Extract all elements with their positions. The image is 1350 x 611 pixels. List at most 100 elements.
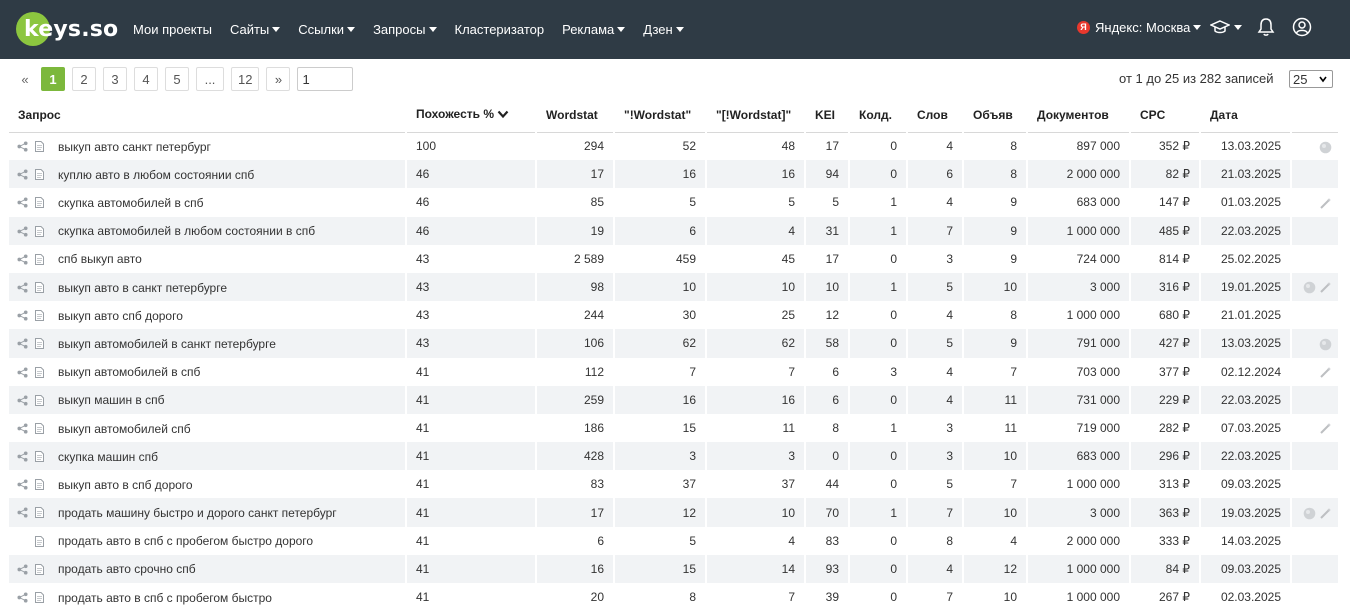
column-header-12[interactable]: [1291, 98, 1340, 133]
document-icon[interactable]: [35, 479, 51, 491]
query-text[interactable]: выкуп авто в спб дорого: [58, 478, 193, 492]
share-icon[interactable]: [17, 507, 35, 518]
wand-icon[interactable]: [1316, 421, 1332, 435]
chevron-down-icon: [1319, 76, 1327, 83]
query-text[interactable]: выкуп автомобилей в спб: [58, 365, 200, 379]
menu-item-3[interactable]: Запросы: [373, 22, 437, 37]
wordstat-cell: 106: [536, 329, 615, 358]
query-text[interactable]: продать авто в спб с пробегом быстро дор…: [58, 534, 313, 548]
per-page-select[interactable]: 25: [1289, 70, 1333, 88]
query-text[interactable]: выкуп авто спб дорого: [58, 309, 183, 323]
page-jump-input[interactable]: [297, 67, 354, 91]
column-header-4[interactable]: "[!Wordstat]": [706, 98, 806, 133]
document-icon[interactable]: [35, 310, 51, 322]
menu-item-5[interactable]: Реклама: [562, 22, 626, 37]
page-button[interactable]: 2: [72, 67, 96, 91]
menu-item-0[interactable]: Мои проекты: [133, 22, 212, 37]
share-icon[interactable]: [17, 226, 35, 237]
query-text[interactable]: продать машину быстро и дорого санкт пет…: [58, 506, 337, 520]
graduation-cap-icon[interactable]: [1210, 19, 1242, 35]
share-icon[interactable]: [17, 395, 35, 406]
column-header-1[interactable]: Похожесть %: [406, 98, 537, 133]
query-text[interactable]: скупка машин спб: [58, 450, 158, 464]
column-header-3[interactable]: "!Wordstat": [614, 98, 707, 133]
document-icon[interactable]: [35, 451, 51, 463]
page-button[interactable]: 5: [165, 67, 189, 91]
next-page-button[interactable]: »: [266, 67, 291, 91]
column-header-10[interactable]: CPC: [1130, 98, 1201, 133]
column-header-0[interactable]: Запрос: [9, 98, 407, 133]
share-icon[interactable]: [17, 169, 35, 180]
share-icon[interactable]: [17, 592, 35, 603]
query-text[interactable]: выкуп машин в спб: [58, 393, 165, 407]
logo[interactable]: keys.so: [16, 12, 118, 46]
share-icon[interactable]: [17, 141, 35, 152]
wordstat-strict-cell: 48: [706, 132, 806, 161]
region-selector[interactable]: Я Яндекс: Москва: [1077, 0, 1202, 54]
query-text[interactable]: спб выкуп авто: [58, 252, 142, 266]
share-icon[interactable]: [17, 564, 35, 575]
query-text[interactable]: выкуп автомобилей в санкт петербурге: [58, 337, 276, 351]
sim-cell: 41: [406, 442, 537, 471]
column-header-6[interactable]: Колд.: [849, 98, 908, 133]
page-button[interactable]: 3: [103, 67, 127, 91]
column-header-7[interactable]: Слов: [907, 98, 964, 133]
page-button[interactable]: 4: [134, 67, 158, 91]
query-text[interactable]: выкуп авто в санкт петербурге: [58, 280, 227, 294]
page-button[interactable]: 1: [41, 67, 65, 91]
share-icon[interactable]: [17, 338, 35, 349]
document-icon[interactable]: [35, 281, 51, 293]
query-text[interactable]: скупка автомобилей в любом состоянии в с…: [58, 224, 315, 238]
share-icon[interactable]: [17, 197, 35, 208]
prev-page-button[interactable]: «: [13, 67, 37, 91]
share-icon[interactable]: [17, 366, 35, 378]
page-button[interactable]: ...: [196, 67, 224, 91]
menu-item-2[interactable]: Ссылки: [298, 22, 356, 37]
wand-icon[interactable]: [1316, 195, 1332, 209]
document-icon[interactable]: [35, 141, 51, 153]
document-icon[interactable]: [35, 338, 51, 350]
document-icon[interactable]: [35, 422, 51, 434]
query-text[interactable]: продать авто срочно спб: [58, 562, 196, 576]
share-icon[interactable]: [17, 451, 35, 462]
document-icon[interactable]: [35, 225, 51, 237]
query-text[interactable]: выкуп автомобилей спб: [58, 421, 191, 435]
column-header-2[interactable]: Wordstat: [536, 98, 615, 133]
sort-desc-icon[interactable]: [497, 108, 509, 122]
column-header-8[interactable]: Объяв: [963, 98, 1028, 133]
document-icon[interactable]: [35, 394, 51, 406]
query-text[interactable]: скупка автомобилей в спб: [58, 196, 204, 210]
wand-icon[interactable]: [1316, 280, 1332, 294]
globe-icon[interactable]: [1300, 505, 1316, 519]
query-text[interactable]: выкуп авто санкт петербург: [58, 140, 211, 154]
document-icon[interactable]: [35, 563, 51, 575]
document-icon[interactable]: [35, 169, 51, 181]
column-header-11[interactable]: Дата: [1200, 98, 1292, 133]
document-icon[interactable]: [35, 253, 51, 265]
share-icon[interactable]: [17, 254, 35, 265]
share-icon[interactable]: [17, 310, 35, 321]
menu-item-6[interactable]: Дзен: [643, 22, 684, 37]
column-header-5[interactable]: KEI: [805, 98, 850, 133]
document-icon[interactable]: [35, 366, 51, 378]
share-icon[interactable]: [17, 479, 35, 490]
bell-icon[interactable]: [1257, 17, 1275, 40]
globe-icon[interactable]: [1316, 336, 1332, 350]
globe-icon[interactable]: [1300, 280, 1316, 294]
globe-icon[interactable]: [1316, 139, 1332, 153]
document-icon[interactable]: [35, 592, 51, 603]
query-text[interactable]: куплю авто в любом состоянии спб: [58, 168, 254, 182]
query-text[interactable]: продать авто в спб с пробегом быстро: [58, 591, 272, 605]
wand-icon[interactable]: [1316, 505, 1332, 519]
user-icon[interactable]: [1292, 17, 1312, 40]
share-icon[interactable]: [17, 282, 35, 293]
document-icon[interactable]: [35, 197, 51, 209]
document-icon[interactable]: [35, 507, 51, 519]
document-icon[interactable]: [35, 535, 51, 547]
page-button[interactable]: 12: [231, 67, 260, 91]
menu-item-4[interactable]: Кластеризатор: [455, 22, 545, 37]
column-header-9[interactable]: Документов: [1027, 98, 1131, 133]
menu-item-1[interactable]: Сайты: [230, 22, 281, 37]
share-icon[interactable]: [17, 423, 35, 434]
wand-icon[interactable]: [1316, 364, 1332, 378]
